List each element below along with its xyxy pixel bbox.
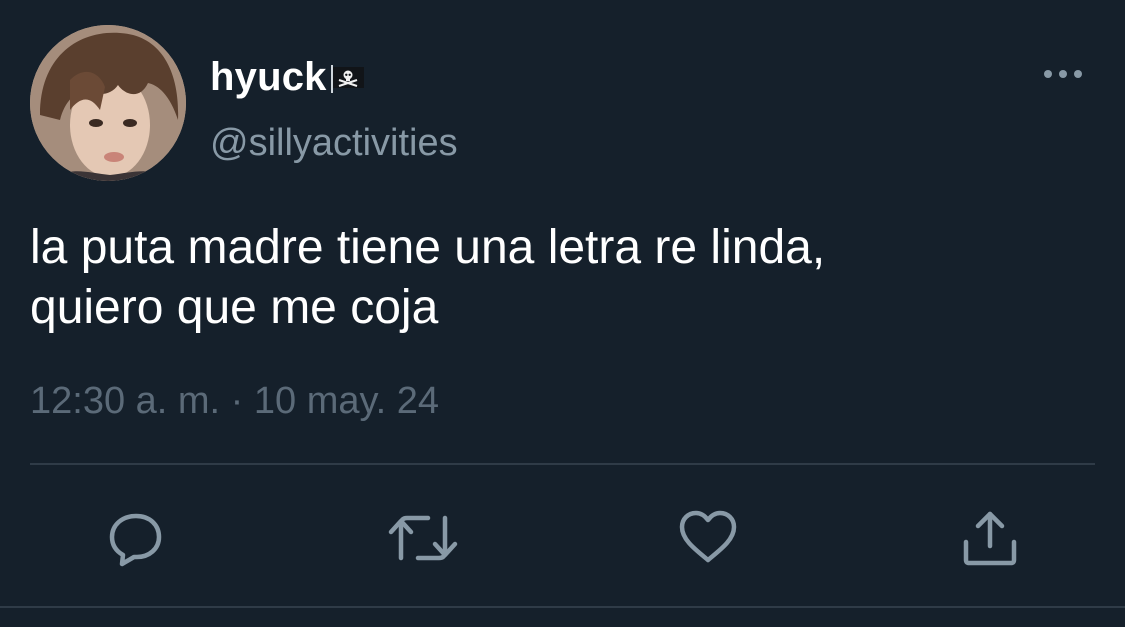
bottom-divider	[0, 606, 1125, 608]
share-icon	[963, 511, 1017, 566]
tweet-text: la puta madre tiene una letra re linda, …	[30, 218, 1090, 338]
tweet-timestamp[interactable]: 12:30 a. m. · 10 may. 24	[30, 380, 439, 423]
like-button[interactable]	[678, 508, 738, 568]
retweet-icon	[388, 515, 458, 561]
display-name-row[interactable]: hyuck	[210, 52, 366, 102]
user-handle[interactable]: @sillyactivities	[210, 122, 458, 165]
reply-button[interactable]	[106, 508, 166, 568]
avatar-photo	[30, 25, 186, 181]
avatar[interactable]	[30, 25, 186, 181]
reply-icon	[109, 513, 162, 567]
share-button[interactable]	[960, 508, 1020, 568]
divider	[30, 463, 1095, 465]
tweet-card: hyuck @sillyactivities la puta madre tie…	[0, 0, 1125, 627]
tweet-text-line: la puta madre tiene una letra re linda,	[30, 221, 826, 274]
more-options-icon[interactable]	[1040, 62, 1086, 86]
tweet-text-line: quiero que me coja	[30, 281, 439, 334]
display-name[interactable]: hyuck	[210, 55, 327, 100]
pirate-flag-icon	[330, 64, 366, 94]
heart-icon	[679, 510, 737, 563]
retweet-button[interactable]	[388, 508, 458, 568]
